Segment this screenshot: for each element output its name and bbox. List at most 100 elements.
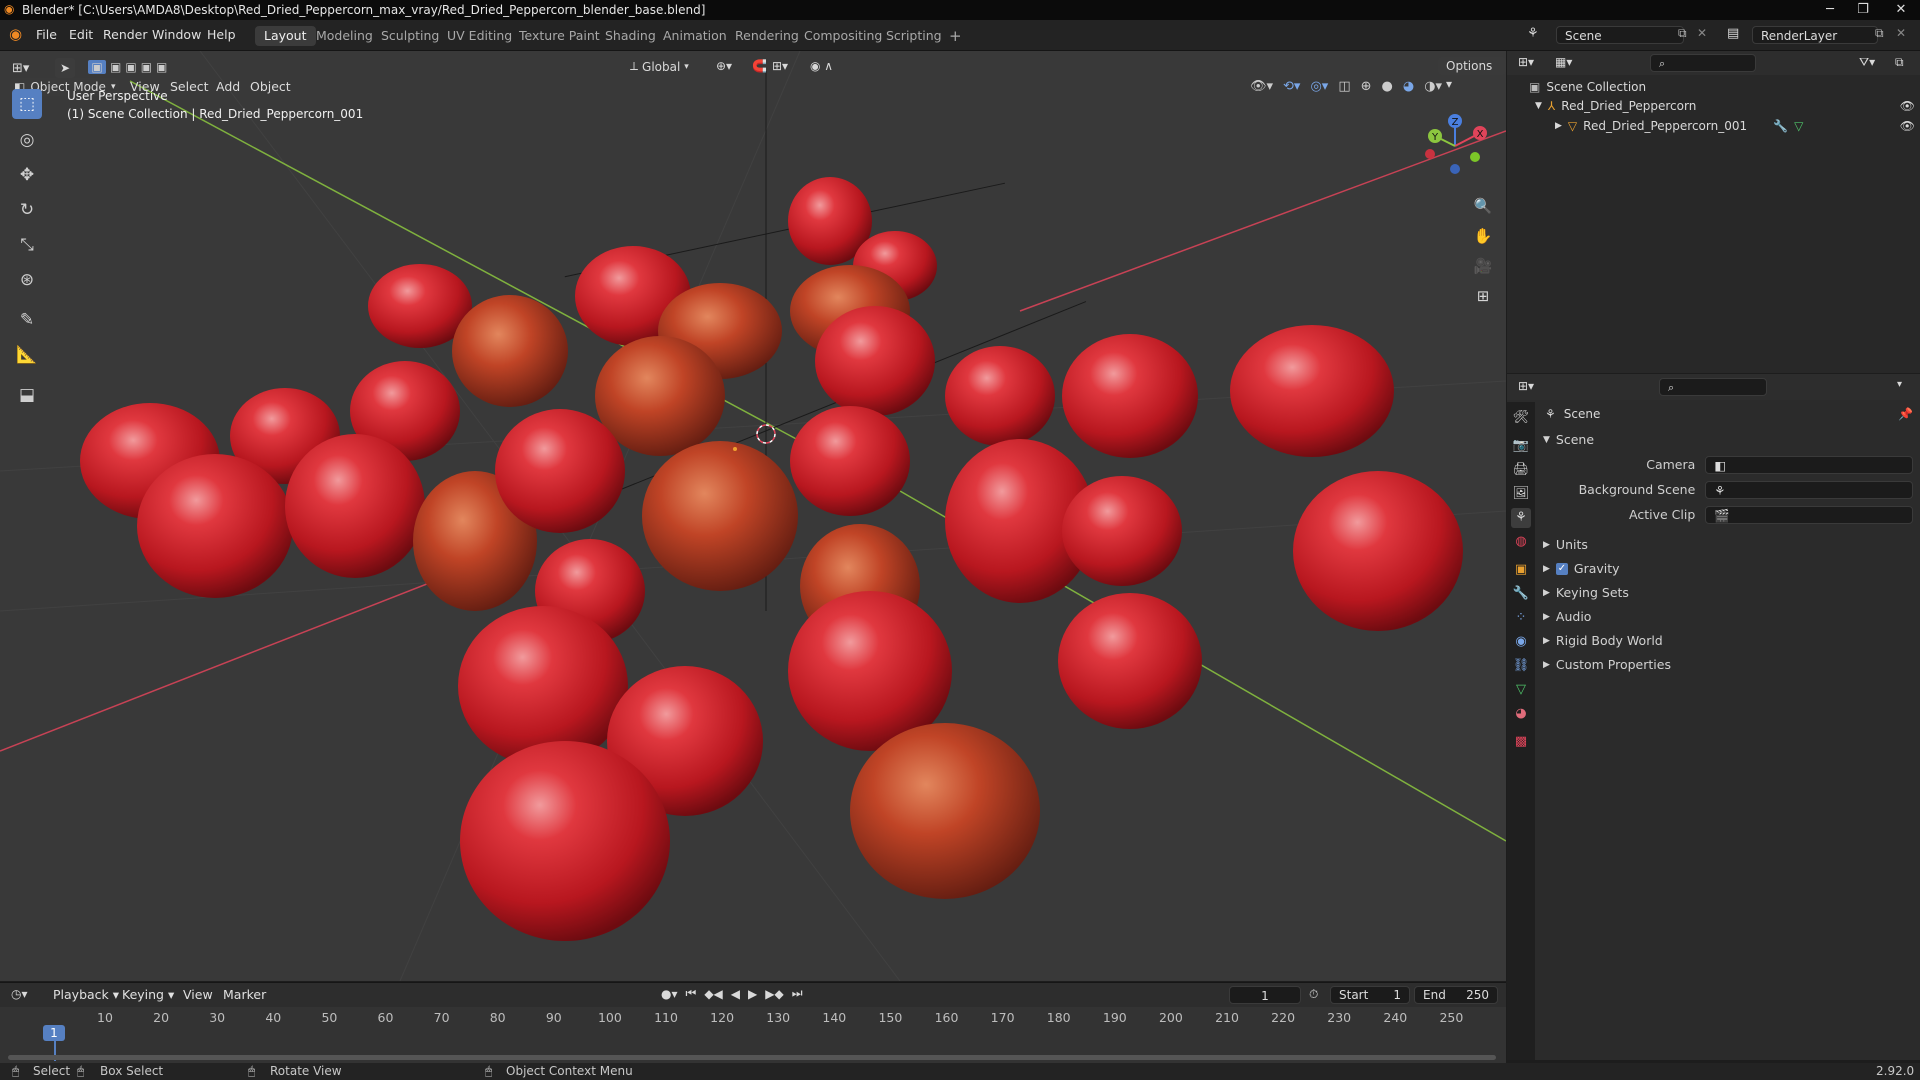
constraints-tab-icon[interactable]: ⛓: [1511, 656, 1531, 676]
overlay-icon[interactable]: ◎▾: [1310, 79, 1328, 94]
snap-icon[interactable]: 🧲: [752, 59, 767, 73]
background-scene-field[interactable]: ⚘: [1705, 481, 1913, 499]
chevron-down-icon[interactable]: ▾: [1897, 379, 1902, 390]
tool-tab-icon[interactable]: 🛠: [1511, 408, 1531, 428]
panel-units[interactable]: ▶ Units: [1543, 534, 1588, 556]
jump-keyframe-forward-icon[interactable]: ▶◆: [765, 987, 783, 1001]
visibility-icon[interactable]: 👁▾: [1250, 79, 1273, 94]
new-view-layer-icon[interactable]: ⧉: [1875, 26, 1884, 41]
mesh-data-icon[interactable]: ▽: [1794, 119, 1803, 133]
viewport-menu-select[interactable]: Select: [164, 77, 215, 97]
ortho-grid-icon[interactable]: ⊞: [1470, 283, 1496, 309]
properties-search-input[interactable]: ⌕: [1659, 378, 1767, 396]
modifier-tab-icon[interactable]: 🔧: [1511, 584, 1531, 604]
rotate-tool-icon[interactable]: ↻: [12, 195, 42, 225]
menu-file[interactable]: File: [28, 26, 65, 44]
panel-keying-sets[interactable]: ▶ Keying Sets: [1543, 582, 1629, 604]
annotate-tool-icon[interactable]: ✎: [12, 305, 42, 335]
scene-icon[interactable]: ⚘: [1527, 26, 1539, 41]
tab-animation[interactable]: Animation: [654, 26, 736, 46]
camera-view-icon[interactable]: 🎥: [1470, 253, 1496, 279]
editor-type-icon[interactable]: ⊞▾: [1518, 55, 1534, 69]
modifier-wrench-icon[interactable]: 🔧: [1773, 119, 1788, 133]
3d-viewport[interactable]: ⊞▾ ➤ ▣ ▣ ▣ ▣ ▣ ⟂ Global ▾ ⊕▾ 🧲 ⊞▾ ◉ ∧ Op…: [0, 51, 1506, 981]
options-button[interactable]: Options ▾: [1438, 57, 1506, 91]
add-cube-tool-icon[interactable]: ⬓: [12, 380, 42, 410]
output-tab-icon[interactable]: 🖨: [1511, 460, 1531, 480]
outliner-row-object[interactable]: ▶ ▽ Red_Dried_Peppercorn_001 🔧 ▽ 👁: [1555, 117, 1915, 135]
texture-tab-icon[interactable]: ▩: [1511, 732, 1531, 752]
outliner-row-collection[interactable]: ▼ ⅄ Red_Dried_Peppercorn 👁: [1535, 97, 1915, 115]
material-shading-icon[interactable]: ◕: [1403, 79, 1414, 94]
close-window-button[interactable]: ✕: [1882, 0, 1920, 20]
panel-gravity[interactable]: ▶ ✓ Gravity: [1543, 558, 1620, 580]
select-mode-group[interactable]: ▣ ▣ ▣ ▣ ▣: [88, 60, 167, 74]
wireframe-shading-icon[interactable]: ⊕: [1361, 79, 1372, 94]
pin-icon[interactable]: 📌: [1898, 407, 1913, 421]
minimize-button[interactable]: ─: [1815, 0, 1845, 20]
play-reverse-icon[interactable]: ◀: [731, 987, 740, 1001]
start-frame-field[interactable]: Start 1: [1330, 986, 1410, 1004]
measure-tool-icon[interactable]: 📐: [12, 340, 42, 370]
timeline-ruler[interactable]: 1102030405060708090100110120130140150160…: [0, 1007, 1506, 1063]
viewport-menu-add[interactable]: Add: [210, 77, 246, 97]
select-new-icon[interactable]: ▣: [88, 60, 106, 74]
pivot-icon[interactable]: ⊕▾: [716, 59, 732, 73]
select-intersect-icon[interactable]: ▣: [156, 60, 167, 74]
cursor-tool-icon[interactable]: ◎: [12, 125, 42, 155]
editor-type-icon[interactable]: ◷▾: [11, 987, 28, 1001]
pan-hand-icon[interactable]: ✋: [1470, 223, 1496, 249]
play-icon[interactable]: ▶: [748, 987, 757, 1001]
transform-tool-icon[interactable]: ⊛: [12, 265, 42, 295]
tab-texture-paint[interactable]: Texture Paint: [510, 26, 609, 46]
renderlayer-selector[interactable]: RenderLayer: [1752, 26, 1878, 44]
select-subtract-icon[interactable]: ▣: [125, 60, 136, 74]
gizmo-icon[interactable]: ⟲▾: [1283, 79, 1300, 94]
expand-arrow-icon[interactable]: ▼: [1535, 101, 1542, 111]
editor-type-icon[interactable]: ⊞▾: [12, 61, 29, 76]
select-tool-icon[interactable]: ➤: [55, 58, 75, 78]
delete-view-layer-icon[interactable]: ✕: [1896, 26, 1906, 40]
panel-scene-header[interactable]: ▼ Scene: [1543, 429, 1913, 451]
stopwatch-icon[interactable]: ⏱: [1309, 987, 1318, 1002]
world-tab-icon[interactable]: ◍: [1511, 532, 1531, 552]
gravity-checkbox[interactable]: ✓: [1555, 563, 1568, 575]
view-layer-icon[interactable]: ▤: [1727, 26, 1739, 41]
playhead[interactable]: 1: [43, 1025, 65, 1041]
current-frame-field[interactable]: 1: [1229, 986, 1301, 1004]
filter-icon[interactable]: ⛛▾: [1859, 55, 1875, 70]
proportional-edit-icon[interactable]: ◉ ∧: [810, 59, 833, 73]
delete-scene-icon[interactable]: ✕: [1697, 26, 1707, 40]
expand-arrow-icon[interactable]: ▶: [1555, 121, 1562, 131]
add-workspace-button[interactable]: +: [940, 26, 971, 46]
render-tab-icon[interactable]: 📷: [1511, 436, 1531, 456]
tab-sculpting[interactable]: Sculpting: [372, 26, 448, 46]
timeline-menu-marker[interactable]: Marker: [215, 986, 274, 1004]
zoom-icon[interactable]: 🔍: [1470, 193, 1496, 219]
outliner-search-input[interactable]: ⌕: [1650, 54, 1756, 72]
camera-field[interactable]: ◧: [1705, 456, 1913, 474]
menu-help[interactable]: Help: [199, 26, 244, 44]
viewport-menu-object[interactable]: Object: [244, 77, 297, 97]
active-clip-field[interactable]: 🎬: [1705, 506, 1913, 524]
solid-shading-icon[interactable]: ●: [1382, 79, 1393, 94]
xray-icon[interactable]: ◫: [1338, 79, 1350, 94]
visibility-eye-icon[interactable]: 👁: [1900, 119, 1915, 133]
end-frame-field[interactable]: End 250: [1414, 986, 1498, 1004]
select-invert-icon[interactable]: ▣: [141, 60, 152, 74]
timeline-menu-view[interactable]: View: [175, 986, 221, 1004]
timeline-scrollbar[interactable]: [8, 1055, 1496, 1060]
visibility-eye-icon[interactable]: 👁: [1900, 99, 1915, 113]
panel-audio[interactable]: ▶ Audio: [1543, 606, 1591, 628]
jump-keyframe-back-icon[interactable]: ◆◀: [704, 987, 722, 1001]
move-tool-icon[interactable]: ✥: [12, 160, 42, 190]
blender-menu-icon[interactable]: ◉: [9, 25, 22, 43]
particles-tab-icon[interactable]: ⁘: [1511, 608, 1531, 628]
display-mode-icon[interactable]: ▦▾: [1555, 55, 1572, 69]
scene-selector[interactable]: Scene: [1556, 26, 1684, 44]
tab-uv-editing[interactable]: UV Editing: [438, 26, 521, 46]
new-collection-icon[interactable]: ⧉: [1895, 55, 1904, 70]
material-tab-icon[interactable]: ◕: [1511, 704, 1531, 724]
tab-modeling[interactable]: Modeling: [307, 26, 382, 46]
editor-type-icon[interactable]: ⊞▾: [1518, 379, 1534, 393]
